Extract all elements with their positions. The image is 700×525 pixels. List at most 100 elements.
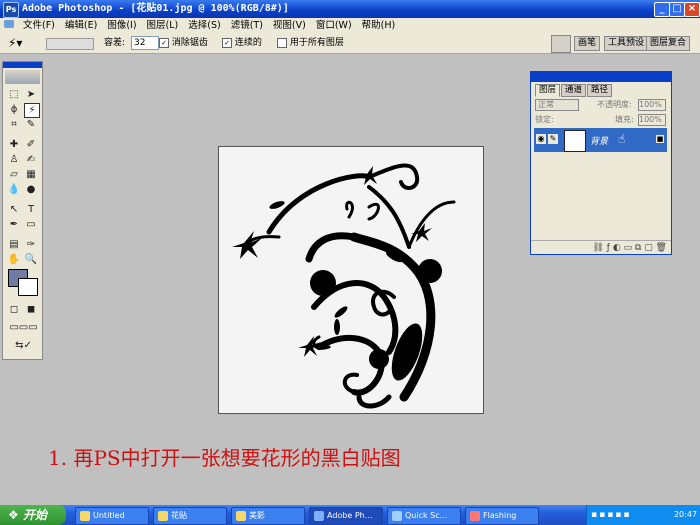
document-canvas[interactable] [218, 146, 484, 414]
app-icon [80, 510, 90, 521]
checkbox-icon [277, 37, 287, 48]
task-meiying[interactable]: 美影 [231, 507, 305, 525]
feather-logo-icon [5, 70, 40, 84]
opacity-input[interactable]: 100% [638, 99, 666, 111]
brushes-tab[interactable]: 画笔 [574, 36, 601, 51]
crop-tool-icon[interactable]: ⌗ [7, 118, 21, 131]
marquee-tool-icon[interactable]: ⬚ [7, 88, 21, 101]
tab-paths[interactable]: 路径 [587, 84, 613, 97]
anti-alias-label: 消除锯齿 [171, 38, 208, 48]
slice-tool-icon[interactable]: ✎ [24, 118, 38, 131]
task-quick-screen[interactable]: Quick Sc... [387, 507, 461, 525]
windows-flag-icon: ❖ [8, 508, 19, 522]
tolerance-input[interactable]: 32 [131, 36, 159, 50]
screen-mode-icons[interactable]: ▭▭▭ [7, 321, 40, 334]
toolbox: ⬚ ➤ ϕ ⚡ ⌗ ✎ ✚ ✐ ♙ ✍ ▱ ▦ 💧 ● ↖ T ✒ ▭ ▤ ✑ … [2, 61, 43, 360]
fill-label: 填充: [615, 115, 634, 124]
jump-to-imageready-icon[interactable]: ⇆✓ [7, 339, 40, 352]
minimize-button[interactable]: _ [654, 2, 670, 17]
eraser-tool-icon[interactable]: ▱ [7, 168, 21, 181]
tutorial-caption: 1. 再PS中打开一张想要花形的黑白贴图 [48, 446, 401, 470]
fill-input[interactable]: 100% [638, 114, 666, 126]
tolerance-label: 容差: [104, 38, 126, 48]
toolbox-title-bar[interactable] [3, 62, 42, 68]
start-button[interactable]: ❖ 开始 [0, 505, 66, 525]
notes-tool-icon[interactable]: ▤ [7, 238, 21, 251]
brush-link-icon: ✎ [548, 134, 558, 144]
menu-filter[interactable]: 滤镜(T) [226, 18, 268, 33]
layer-action-icons[interactable]: ⛓ ƒ ◐ ▭ ⧉ ▢ 🗑 [531, 240, 671, 254]
tool-presets-tab[interactable]: 工具预设 [604, 36, 649, 51]
pen-tool-icon[interactable]: ✒ [7, 218, 21, 231]
layer-row-background[interactable]: ◉ ✎ 背景 ☝ ■ [534, 128, 667, 152]
maximize-button[interactable]: □ [669, 2, 685, 17]
layers-palette: 图层 通道 路径 正常 不透明度: 100% 锁定: 填充: 100% ◉ ✎ … [530, 71, 672, 255]
quick-mask-icon[interactable]: ◼ [24, 303, 38, 316]
folder-icon [158, 510, 168, 521]
tab-channels[interactable]: 通道 [561, 84, 587, 97]
close-button[interactable]: × [684, 2, 700, 17]
background-color-swatch[interactable] [18, 278, 38, 296]
type-tool-icon[interactable]: T [24, 203, 38, 216]
blur-tool-icon[interactable]: 💧 [7, 183, 21, 196]
menu-edit[interactable]: 编辑(E) [60, 18, 102, 33]
history-brush-icon[interactable]: ✍ [24, 153, 38, 166]
dodge-tool-icon[interactable]: ● [24, 183, 38, 196]
gradient-tool-icon[interactable]: ▦ [24, 168, 38, 181]
opacity-label: 不透明度: [597, 100, 632, 109]
lock-label: 锁定: [535, 115, 554, 124]
zoom-tool-icon[interactable]: 🔍 [24, 253, 38, 266]
floral-swirl-image [232, 163, 456, 409]
menu-select[interactable]: 选择(S) [183, 18, 225, 33]
magic-wand-tool-icon[interactable]: ⚡▾ [8, 33, 22, 53]
standard-mode-icon[interactable]: ◻ [7, 303, 21, 316]
eye-visibility-icon[interactable]: ◉ [536, 134, 546, 144]
system-tray: ▪▪▪▪▪ 20:47 [586, 505, 700, 525]
menu-window[interactable]: 窗口(W) [311, 18, 357, 33]
task-adobe-photoshop[interactable]: Adobe Ph... [309, 507, 383, 525]
clock: 20:47 [673, 510, 697, 519]
magic-wand-icon[interactable]: ⚡ [24, 103, 40, 118]
contiguous-label: 连续的 [234, 38, 262, 48]
task-untitled[interactable]: Untitled [75, 507, 149, 525]
layer-comps-tab[interactable]: 图层复合 [646, 36, 691, 51]
healing-tool-icon[interactable]: ✚ [7, 138, 21, 151]
menu-bar: 文件(F) 编辑(E) 图像(I) 图层(L) 选择(S) 滤镜(T) 视图(V) 窗口(W)… [0, 18, 700, 34]
path-select-icon[interactable]: ↖ [7, 203, 21, 216]
anti-alias-checkbox[interactable]: ✓ 消除锯齿 [159, 33, 208, 53]
menu-help[interactable]: 帮助(H) [357, 18, 401, 33]
menu-image[interactable]: 图像(I) [102, 18, 141, 33]
shape-tool-icon[interactable]: ▭ [24, 218, 38, 231]
move-tool-icon[interactable]: ➤ [24, 88, 38, 101]
document-icon [4, 20, 14, 28]
task-huatie[interactable]: 花贴 [153, 507, 227, 525]
layer-name: 背景 [590, 137, 609, 147]
selection-mode-buttons[interactable] [46, 38, 94, 50]
window-title: Adobe Photoshop - [花贴01.jpg @ 100%(RGB/8… [22, 3, 289, 14]
app-icon [470, 510, 480, 521]
lock-icon: ■ [656, 135, 664, 143]
blend-mode-select[interactable]: 正常 [535, 99, 579, 111]
all-layers-checkbox[interactable]: 用于所有图层 [277, 33, 344, 53]
tray-icons[interactable]: ▪▪▪▪▪ [591, 505, 632, 525]
taskbar: ❖ 开始 Untitled 花贴 美影 Adobe Ph... Quick Sc… [0, 505, 700, 525]
title-bar: Ps Adobe Photoshop - [花贴01.jpg @ 100%(RG… [0, 0, 700, 18]
file-browser-icon[interactable] [551, 35, 571, 53]
contiguous-checkbox[interactable]: ✓ 连续的 [222, 33, 262, 53]
task-flashing[interactable]: Flashing [465, 507, 539, 525]
brush-tool-icon[interactable]: ✐ [24, 138, 38, 151]
lasso-tool-icon[interactable]: ϕ [7, 103, 21, 116]
folder-icon [236, 510, 246, 521]
menu-layer[interactable]: 图层(L) [142, 18, 184, 33]
photoshop-logo-icon: Ps [3, 2, 19, 18]
photoshop-icon [314, 510, 324, 521]
hand-tool-icon[interactable]: ✋ [7, 253, 21, 266]
palette-title-bar[interactable] [531, 72, 671, 82]
all-layers-label: 用于所有图层 [289, 38, 344, 48]
eyedropper-icon[interactable]: ✑ [24, 238, 38, 251]
tab-layers[interactable]: 图层 [535, 84, 561, 97]
menu-file[interactable]: 文件(F) [18, 18, 60, 33]
clone-stamp-icon[interactable]: ♙ [7, 153, 21, 166]
menu-view[interactable]: 视图(V) [268, 18, 311, 33]
layer-thumbnail [564, 130, 586, 152]
